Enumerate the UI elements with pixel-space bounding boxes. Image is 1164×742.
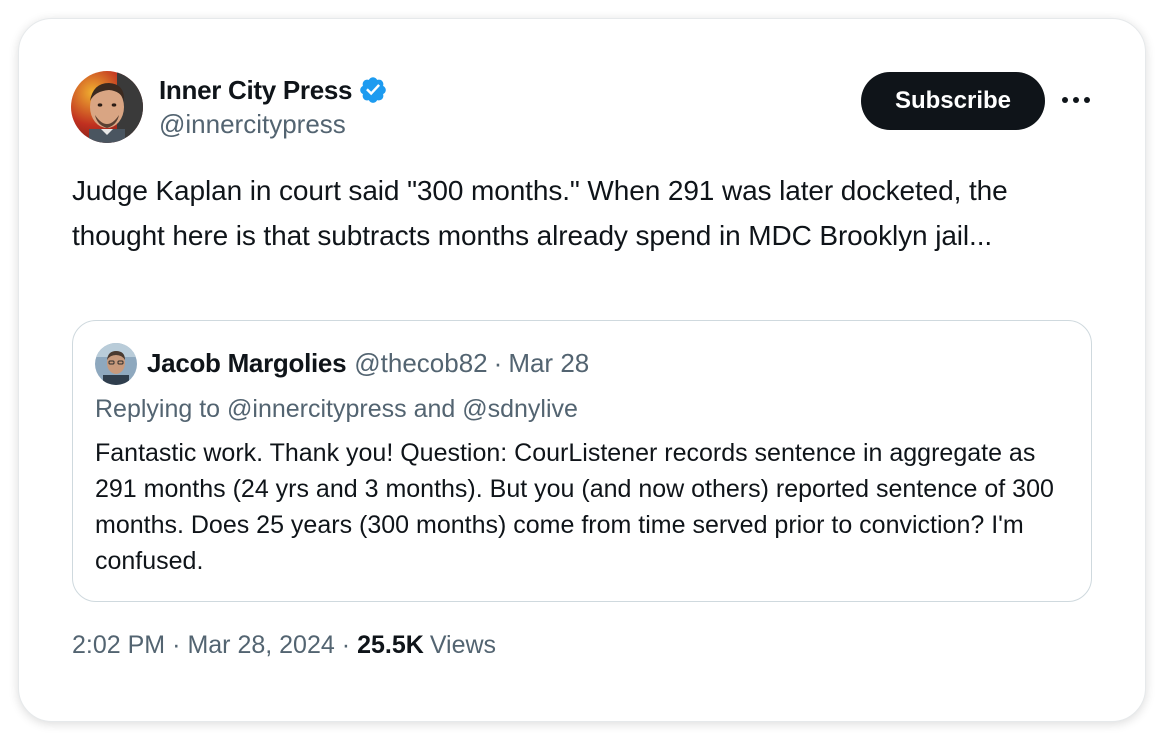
more-options-button[interactable] (1059, 85, 1093, 115)
tweet-date[interactable]: Mar 28, 2024 (187, 631, 334, 660)
author-name-row: Inner City Press (159, 73, 388, 107)
verified-badge-icon (360, 77, 386, 103)
quoted-author-avatar-image (95, 343, 137, 385)
views-label: Views (429, 631, 497, 659)
author-avatar-image (71, 71, 143, 143)
quoted-author-handle[interactable]: @thecob82 (354, 348, 487, 379)
quoted-separator: · (493, 348, 503, 378)
meta-separator: · (172, 631, 181, 659)
quoted-date[interactable]: Mar 28 (508, 348, 589, 379)
author-name[interactable]: Inner City Press (159, 75, 352, 106)
quoted-author-avatar[interactable] (95, 343, 137, 385)
quoted-author-name[interactable]: Jacob Margolies (147, 348, 347, 379)
quoted-tweet-header: Jacob Margolies @thecob82 · Mar 28 (147, 348, 589, 379)
quoted-tweet[interactable]: Jacob Margolies @thecob82 · Mar 28 Reply… (72, 320, 1092, 602)
more-horizontal-icon (1062, 97, 1090, 103)
meta-separator: · (341, 631, 351, 659)
quoted-replying-to: Replying to @innercitypress and @sdnyliv… (95, 395, 578, 423)
quoted-tweet-text: Fantastic work. Thank you! Question: Cou… (95, 439, 1054, 575)
subscribe-button[interactable]: Subscribe (861, 72, 1045, 130)
views-count: 25.5K (357, 631, 424, 659)
tweet-text: Judge Kaplan in court said "300 months."… (72, 175, 1008, 251)
tweet-card: Inner City Press @innercitypress Subscri… (18, 18, 1146, 722)
author-handle[interactable]: @innercitypress (159, 109, 346, 140)
tweet-meta: 2:02 PM · Mar 28, 2024 · 25.5K Views (72, 631, 496, 660)
tweet-time[interactable]: 2:02 PM (72, 631, 165, 660)
author-avatar[interactable] (71, 71, 143, 143)
